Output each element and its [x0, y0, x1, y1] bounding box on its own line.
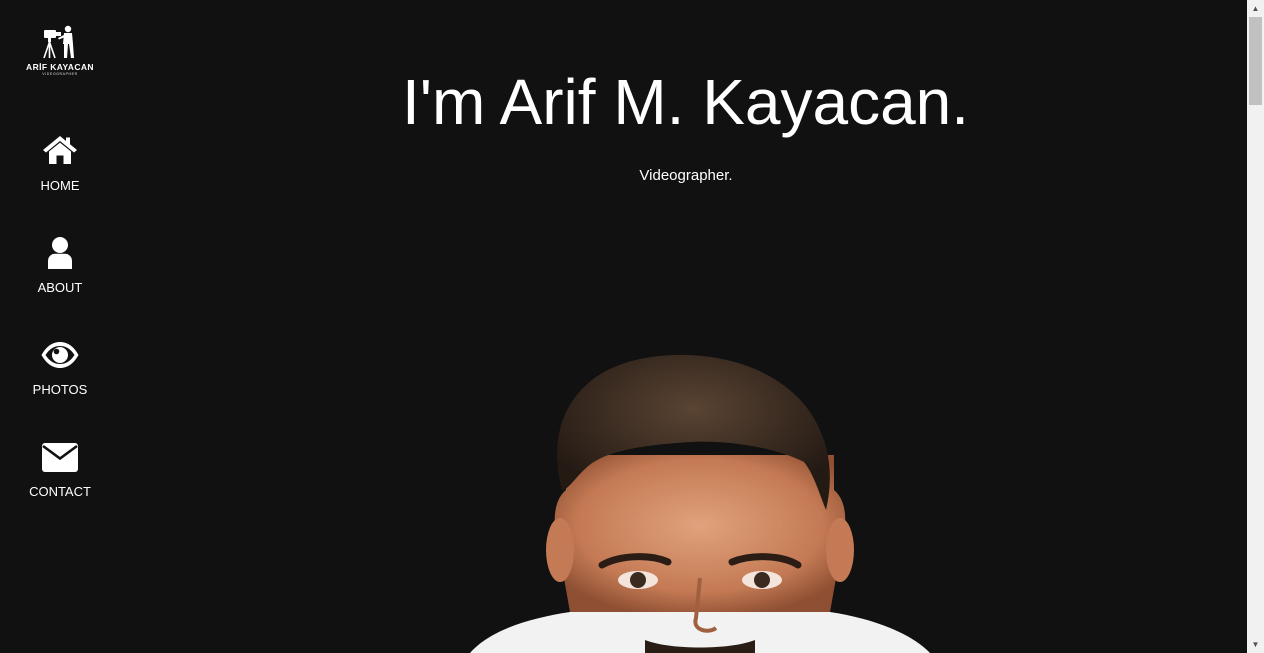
nav-item-photos[interactable]: PHOTOS — [0, 338, 120, 397]
nav-label-home: HOME — [40, 178, 80, 193]
camera-operator-logo-icon — [43, 25, 74, 59]
scroll-down-arrow-icon[interactable]: ▼ — [1247, 636, 1264, 653]
portrait-image — [470, 354, 930, 653]
hero-title: I'm Arif M. Kayacan. — [401, 66, 970, 138]
user-icon — [0, 236, 120, 270]
scrollbar-thumb[interactable] — [1249, 17, 1262, 105]
vertical-scrollbar[interactable]: ▲ ▼ — [1247, 0, 1264, 653]
nav-label-about: ABOUT — [37, 280, 83, 295]
nav-item-home[interactable]: HOME — [0, 134, 120, 193]
nav-item-about[interactable]: ABOUT — [0, 236, 120, 295]
brand-name: ARİF KAYACAN — [26, 62, 94, 72]
envelope-icon — [0, 440, 120, 474]
home-icon — [0, 134, 120, 168]
hero-section: I'm Arif M. Kayacan. Videographer. — [120, 0, 1247, 653]
brand-tagline: VIDEOGRAPHER — [42, 72, 78, 76]
scroll-up-arrow-icon[interactable]: ▲ — [1247, 0, 1264, 17]
nav-label-contact: CONTACT — [29, 484, 91, 499]
brand-logo[interactable]: ARİF KAYACAN VIDEOGRAPHER — [24, 24, 96, 80]
eye-icon — [0, 338, 120, 372]
nav-label-photos: PHOTOS — [32, 382, 88, 397]
hero-subtitle: Videographer. — [639, 167, 733, 184]
nav-item-contact[interactable]: CONTACT — [0, 440, 120, 499]
sidebar: ARİF KAYACAN VIDEOGRAPHER HOME ABOUT PHO… — [0, 0, 120, 653]
